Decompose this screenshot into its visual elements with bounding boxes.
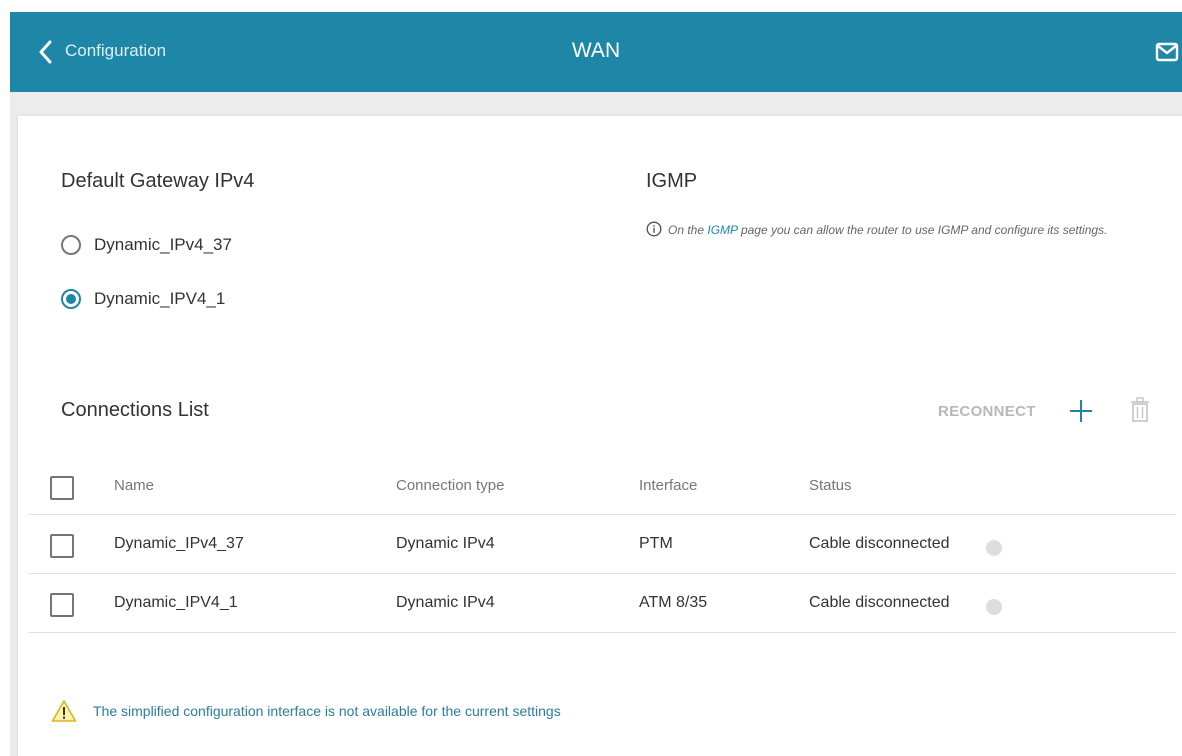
reconnect-button[interactable]: RECONNECT: [938, 403, 1036, 420]
table-header-row: Name Connection type Interface Status: [28, 456, 1176, 515]
igmp-note-suffix: page you can allow the router to use IGM…: [740, 223, 1108, 237]
connection-interface: ATM 8/35: [639, 594, 708, 611]
gateway-option-dynamic-ipv4-37[interactable]: Dynamic_IPv4_37: [61, 235, 232, 255]
table-row[interactable]: Dynamic_IPv4_37 Dynamic IPv4 PTM Cable d…: [28, 515, 1176, 574]
table-row[interactable]: Dynamic_IPV4_1 Dynamic IPv4 ATM 8/35 Cab…: [28, 574, 1176, 633]
app-header: Configuration WAN: [10, 12, 1182, 92]
connections-list-title: Connections List: [61, 399, 209, 421]
trash-icon: [1131, 397, 1149, 422]
status-indicator: [986, 599, 1002, 615]
row-checkbox[interactable]: [50, 593, 74, 617]
igmp-note: On the IGMP page you can allow the route…: [646, 220, 1156, 243]
wan-card: Default Gateway IPv4 Dynamic_IPv4_37 Dyn…: [18, 116, 1182, 756]
warning-icon: [51, 700, 77, 722]
mail-icon: [1155, 42, 1179, 62]
column-header-name[interactable]: Name: [114, 477, 154, 494]
delete-connection-button[interactable]: [1130, 396, 1150, 424]
page-title: WAN: [571, 39, 621, 62]
igmp-note-prefix: On the: [668, 223, 705, 237]
top-strip: [0, 0, 1182, 12]
add-connection-button[interactable]: [1068, 398, 1094, 424]
notifications-button[interactable]: [1155, 42, 1179, 62]
info-icon: [646, 221, 662, 243]
connection-name: Dynamic_IPv4_37: [114, 535, 244, 552]
gateway-option-label: Dynamic_IPV4_1: [94, 289, 226, 308]
column-header-interface[interactable]: Interface: [639, 477, 697, 494]
connection-type: Dynamic IPv4: [396, 594, 495, 611]
row-checkbox[interactable]: [50, 534, 74, 558]
select-all-checkbox[interactable]: [50, 476, 74, 500]
simplified-interface-warning: The simplified configuration interface i…: [51, 699, 561, 723]
connection-name: Dynamic_IPV4_1: [114, 594, 238, 611]
igmp-title: IGMP: [646, 170, 698, 192]
connection-interface: PTM: [639, 535, 673, 552]
gateway-option-label: Dynamic_IPv4_37: [94, 235, 232, 254]
left-edge: [0, 92, 10, 756]
status-indicator: [986, 540, 1002, 556]
column-header-status[interactable]: Status: [809, 477, 852, 494]
default-gateway-title: Default Gateway IPv4: [61, 170, 255, 192]
igmp-page-link[interactable]: IGMP: [707, 223, 737, 237]
warning-text: The simplified configuration interface i…: [93, 703, 561, 719]
radio-button-selected[interactable]: [61, 289, 81, 309]
connections-table: Name Connection type Interface Status Dy…: [28, 456, 1176, 633]
plus-icon: [1070, 400, 1092, 422]
gateway-option-dynamic-ipv4-1[interactable]: Dynamic_IPV4_1: [61, 289, 225, 309]
connection-status: Cable disconnected: [809, 535, 950, 552]
column-header-connection-type[interactable]: Connection type: [396, 477, 504, 494]
radio-button[interactable]: [61, 235, 81, 255]
connection-type: Dynamic IPv4: [396, 535, 495, 552]
connection-status: Cable disconnected: [809, 594, 950, 611]
